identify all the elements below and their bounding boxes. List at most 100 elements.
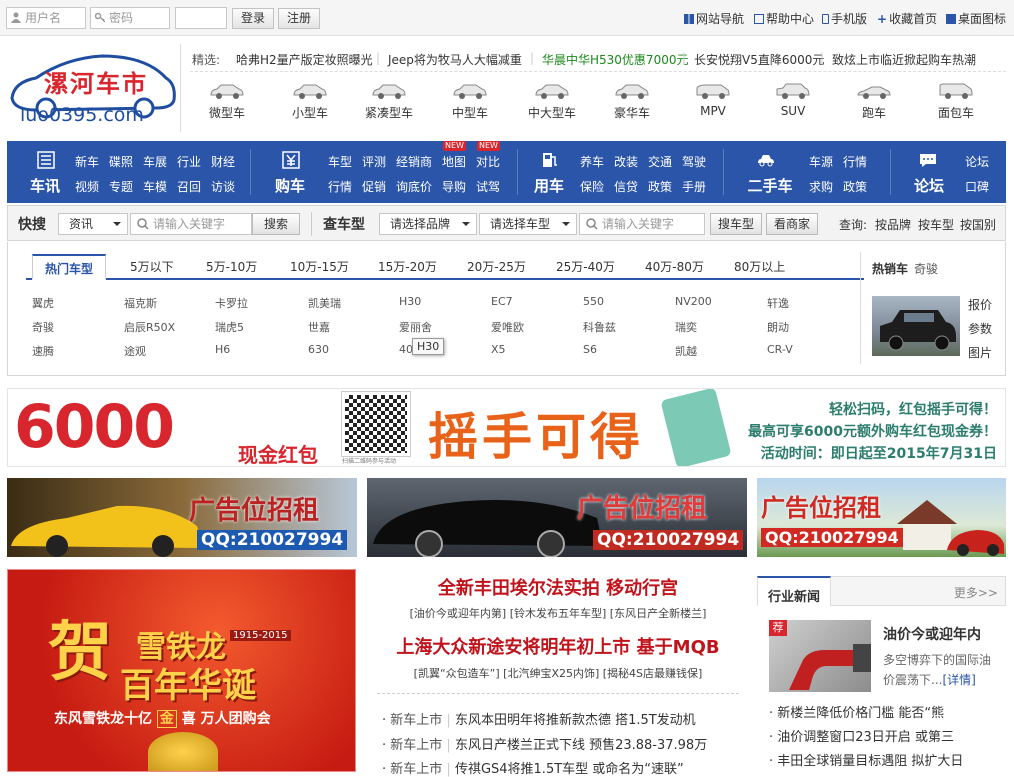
- car-type-luxury[interactable]: 豪华车: [592, 82, 672, 121]
- nav-link[interactable]: 求购: [809, 178, 833, 195]
- side-list-item[interactable]: · 丰田全球销量目标遇阻 拟扩大日: [769, 750, 963, 769]
- nav-link[interactable]: 保险: [580, 178, 604, 195]
- side-list-item[interactable]: · 油价调整窗口23日开启 或第三: [769, 726, 954, 745]
- nav-link[interactable]: 行情: [328, 178, 352, 195]
- tab-price[interactable]: 5万以下: [130, 258, 174, 275]
- nav-link[interactable]: 试驾: [476, 178, 500, 195]
- nav-link[interactable]: 经销商: [396, 153, 432, 170]
- nav-link[interactable]: 地图: [442, 153, 466, 170]
- list-item[interactable]: · 新车上市 | 东风日产楼兰正式下线 预售23.88-37.98万: [382, 734, 707, 753]
- side-title[interactable]: 行业新闻: [757, 576, 832, 606]
- best-seller-price[interactable]: 报价: [968, 296, 992, 313]
- model-link[interactable]: NV200: [675, 295, 712, 308]
- nav-link[interactable]: 对比: [476, 153, 500, 170]
- more-link[interactable]: 更多>>: [954, 584, 998, 601]
- best-seller-photo[interactable]: [872, 296, 960, 356]
- nav-link[interactable]: 询底价: [396, 178, 432, 195]
- nav-link[interactable]: 信贷: [614, 178, 638, 195]
- model-link[interactable]: 凯美瑞: [308, 295, 341, 311]
- list-item[interactable]: · 新车上市 | 传祺GS4将推1.5T车型 或命名为“速联”: [382, 758, 684, 777]
- car-type-mpv[interactable]: MPV: [673, 82, 753, 118]
- category-select[interactable]: 资讯: [58, 213, 128, 235]
- car-type-sports[interactable]: 跑车: [834, 82, 914, 121]
- ticker-item[interactable]: 哈弗H2量产版定妆照曝光: [236, 51, 373, 68]
- nav-title-used[interactable]: 二手车: [735, 175, 805, 196]
- dealer-button[interactable]: 看商家: [766, 213, 818, 235]
- car-type-compact[interactable]: 紧凑型车: [349, 82, 429, 121]
- nav-link[interactable]: 召回: [177, 178, 201, 195]
- tab-price[interactable]: 80万以上: [734, 258, 785, 275]
- list-item[interactable]: · 新车上市 | 东风本田明年将推新款杰德 搭1.5T发动机: [382, 709, 696, 728]
- car-type-midsize[interactable]: 中型车: [430, 82, 510, 121]
- nav-link[interactable]: 政策: [648, 178, 672, 195]
- model-link[interactable]: 瑞虎5: [215, 319, 244, 335]
- nav-link[interactable]: 口碑: [965, 178, 989, 195]
- keyword-input[interactable]: 请输入关键字: [130, 213, 252, 235]
- desktop-icon-link[interactable]: 桌面图标: [946, 10, 1006, 27]
- nav-link[interactable]: 专题: [109, 178, 133, 195]
- nav-title-news[interactable]: 车讯: [15, 175, 75, 196]
- mobile-link[interactable]: 手机版: [822, 10, 867, 27]
- ad-slot-3[interactable]: 广告位招租 QQ:210027994: [757, 478, 1006, 557]
- detail-link[interactable]: [详情]: [942, 673, 975, 687]
- query-by-country[interactable]: 按国别: [960, 216, 996, 233]
- nav-link[interactable]: 政策: [843, 178, 867, 195]
- ad-slot-1[interactable]: 广告位招租 QQ:210027994: [7, 478, 357, 557]
- model-link[interactable]: S6: [583, 343, 597, 356]
- tab-price[interactable]: 40万-80万: [645, 258, 704, 275]
- car-type-large[interactable]: 中大型车: [512, 82, 592, 121]
- model-link[interactable]: 福克斯: [124, 295, 157, 311]
- side-list-item[interactable]: · 新楼兰降低价格门槛 能否“熊: [769, 702, 944, 721]
- tab-price[interactable]: 15万-20万: [378, 258, 437, 275]
- model-link[interactable]: 630: [308, 343, 329, 356]
- model-link[interactable]: 翼虎: [32, 295, 54, 311]
- car-type-van[interactable]: 面包车: [916, 82, 996, 121]
- nav-link[interactable]: 改装: [614, 153, 638, 170]
- nav-link[interactable]: 车型: [328, 153, 352, 170]
- nav-link[interactable]: 行业: [177, 153, 201, 170]
- model-link[interactable]: 奇骏: [32, 319, 54, 335]
- model-link[interactable]: CR-V: [767, 343, 793, 356]
- login-button[interactable]: 登录: [232, 8, 274, 29]
- car-type-suv[interactable]: SUV: [753, 82, 833, 118]
- register-button[interactable]: 注册: [278, 8, 320, 29]
- username-input[interactable]: 用户名: [6, 7, 86, 29]
- nav-link[interactable]: 养车: [580, 153, 604, 170]
- model-link[interactable]: 途观: [124, 343, 146, 359]
- nav-link[interactable]: 论坛: [965, 153, 989, 170]
- sub-links[interactable]: [凯翼“众包造车”] [北汽绅宝X25内饰] [揭秘4S店最赚钱保]: [377, 665, 739, 681]
- model-link[interactable]: X5: [491, 343, 506, 356]
- best-seller-images[interactable]: 图片: [968, 344, 992, 361]
- model-keyword-input[interactable]: 请输入关键字: [579, 213, 705, 235]
- tab-price[interactable]: 20万-25万: [467, 258, 526, 275]
- nav-link[interactable]: 促销: [362, 178, 386, 195]
- headline[interactable]: 上海大众新途安将明年初上市 基于MQB: [377, 633, 739, 659]
- query-by-brand[interactable]: 按品牌: [875, 216, 911, 233]
- nav-link[interactable]: 访谈: [211, 178, 235, 195]
- brand-select[interactable]: 请选择品牌: [379, 213, 477, 235]
- query-by-model[interactable]: 按车型: [918, 216, 954, 233]
- model-link[interactable]: 凯越: [675, 343, 697, 359]
- nav-link[interactable]: 车源: [809, 153, 833, 170]
- model-link[interactable]: 科鲁兹: [583, 319, 616, 335]
- nav-link[interactable]: 驾驶: [682, 153, 706, 170]
- nav-title-buy[interactable]: 购车: [260, 175, 320, 196]
- tab-price[interactable]: 5万-10万: [206, 258, 257, 275]
- nav-title-use[interactable]: 用车: [519, 175, 579, 196]
- nav-link[interactable]: 行情: [843, 153, 867, 170]
- citroen-promo[interactable]: 贺 雪铁龙 1915-2015 百年华诞 东风雪铁龙十亿 金 喜 万人团购会: [7, 569, 356, 772]
- model-link[interactable]: 550: [583, 295, 604, 308]
- model-link[interactable]: 爱丽舍: [399, 319, 432, 335]
- nav-link[interactable]: 财经: [211, 153, 235, 170]
- nav-link[interactable]: 碟照: [109, 153, 133, 170]
- model-link[interactable]: 速腾: [32, 343, 54, 359]
- model-link[interactable]: 轩逸: [767, 295, 789, 311]
- model-link[interactable]: 瑞奕: [675, 319, 697, 335]
- model-link[interactable]: EC7: [491, 295, 513, 308]
- model-link[interactable]: 朗动: [767, 319, 789, 335]
- model-link[interactable]: 世嘉: [308, 319, 330, 335]
- nav-title-forum[interactable]: 论坛: [899, 175, 959, 196]
- ticker-item[interactable]: 长安悦翔V5直降6000元: [694, 51, 824, 68]
- ticker-item[interactable]: 华晨中华H530优惠7000元: [542, 51, 688, 68]
- car-type-small[interactable]: 小型车: [270, 82, 350, 121]
